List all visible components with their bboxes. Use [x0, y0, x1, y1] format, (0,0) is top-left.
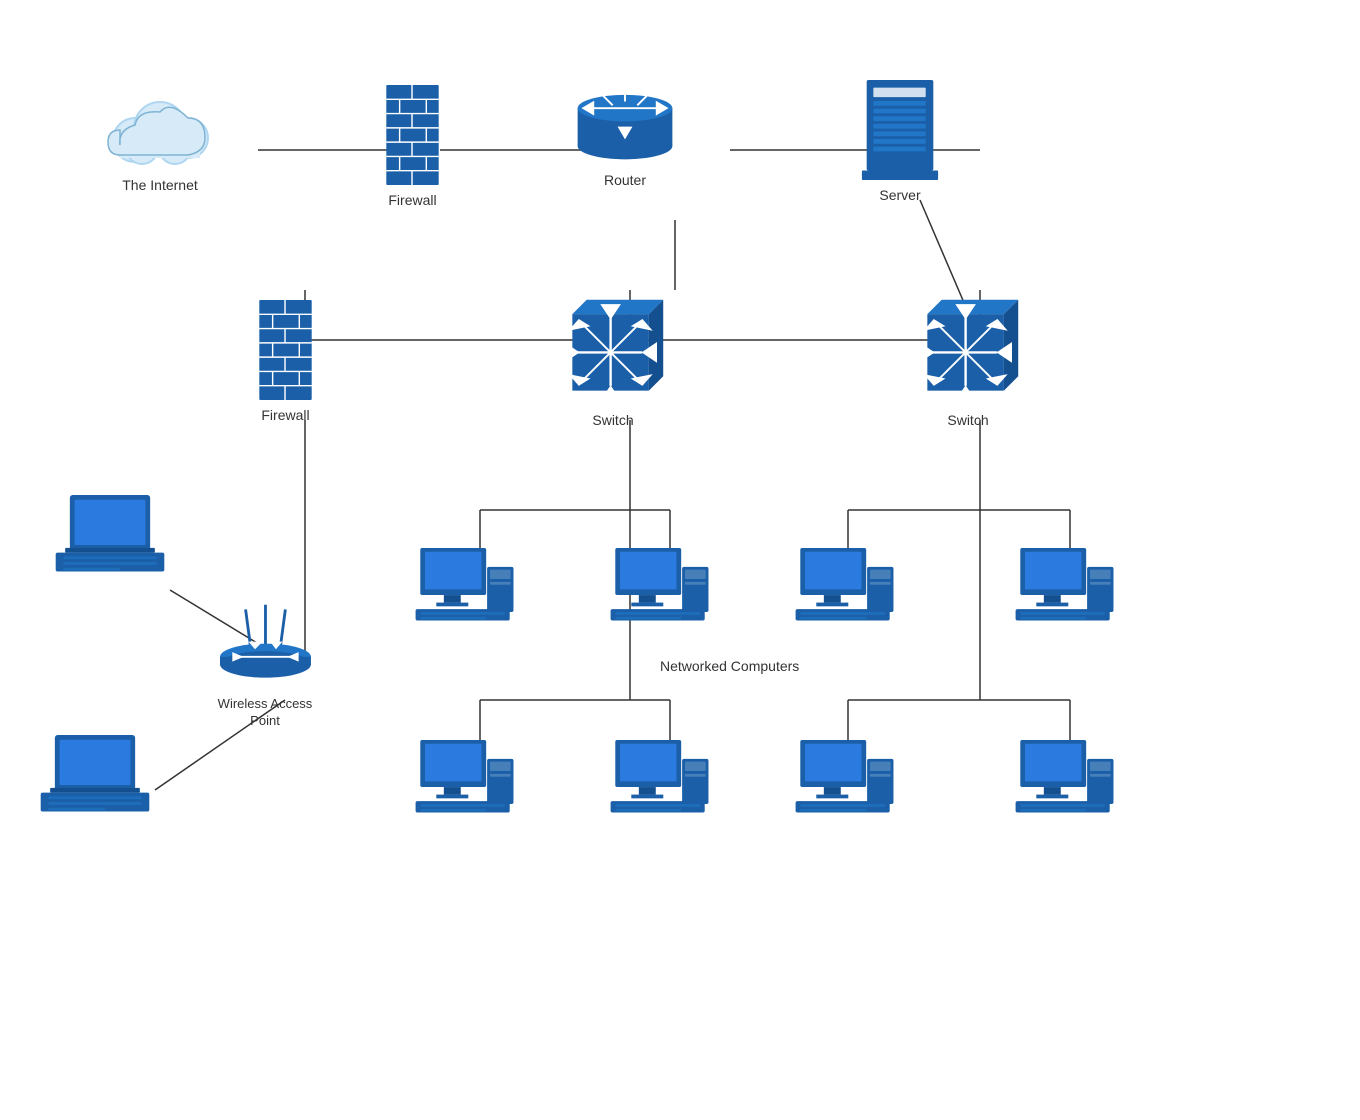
server-label: Server [879, 186, 920, 204]
router-node: Router [570, 75, 680, 189]
pc6-icon [610, 740, 710, 820]
switch2-node: Switch [913, 295, 1023, 429]
pc3-node [795, 548, 895, 628]
firewall1-label: Firewall [388, 191, 436, 209]
pc2-icon [610, 548, 710, 628]
server-icon [860, 80, 940, 180]
firewall2-node: Firewall [258, 300, 313, 424]
wap-node: Wireless AccessPoint [215, 600, 315, 730]
switch1-icon [558, 295, 668, 405]
pc3-icon [795, 548, 895, 628]
pc5-node [415, 740, 515, 820]
internet-label: The Internet [122, 176, 198, 194]
pc4-node [1015, 548, 1115, 628]
pc7-node [795, 740, 895, 820]
laptop2-node [40, 735, 150, 820]
network-diagram: The Internet Firewall [0, 0, 1360, 1120]
firewall2-label: Firewall [261, 406, 309, 424]
firewall2-icon [258, 300, 313, 400]
firewall1-icon [385, 85, 440, 185]
server-node: Server [860, 80, 940, 204]
firewall1-node: Firewall [385, 85, 440, 209]
internet-node: The Internet [100, 90, 220, 194]
laptop1-node [55, 495, 165, 580]
wap-label: Wireless AccessPoint [218, 696, 313, 730]
switch1-label: Switch [592, 411, 633, 429]
switch2-icon [913, 295, 1023, 405]
pc2-node [610, 548, 710, 628]
router-label: Router [604, 171, 646, 189]
switch1-node: Switch [558, 295, 668, 429]
wap-icon [215, 600, 315, 690]
laptop2-icon [40, 735, 150, 820]
networked-computers-label: Networked Computers [660, 658, 799, 674]
pc4-icon [1015, 548, 1115, 628]
pc8-icon [1015, 740, 1115, 820]
router-icon [570, 75, 680, 165]
laptop1-icon [55, 495, 165, 580]
internet-icon [100, 90, 220, 170]
pc1-node [415, 548, 515, 628]
pc1-icon [415, 548, 515, 628]
pc7-icon [795, 740, 895, 820]
pc5-icon [415, 740, 515, 820]
pc6-node [610, 740, 710, 820]
pc8-node [1015, 740, 1115, 820]
switch2-label: Switch [947, 411, 988, 429]
